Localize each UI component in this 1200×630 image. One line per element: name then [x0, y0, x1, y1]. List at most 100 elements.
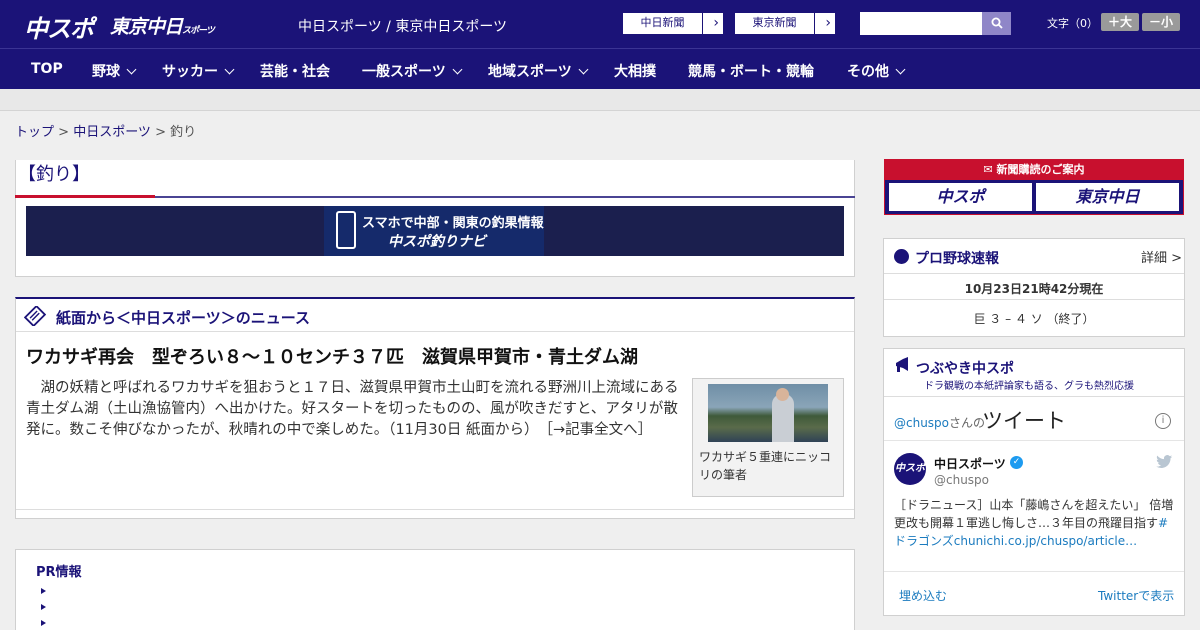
- search-icon: [991, 17, 1003, 29]
- nav-label: 地域スポーツ: [488, 64, 572, 80]
- account-suffix: さんの: [949, 416, 986, 430]
- site-name[interactable]: 中日スポーツ / 東京中日スポーツ: [298, 16, 507, 36]
- pr-title: PR情報: [36, 565, 82, 580]
- verified-icon: ✓: [1010, 456, 1023, 469]
- banner-line2: 中スポ釣りナビ: [388, 234, 486, 250]
- view-on-twitter-link[interactable]: Twitterで表示: [1098, 587, 1174, 604]
- twitter-subtitle: ドラ観戦の本紙評論家も語る、グラも熱烈応援: [924, 381, 1134, 392]
- category-divider: [155, 196, 855, 198]
- banner-line1: スマホで中部・関東の釣果情報: [362, 216, 544, 231]
- twitter-divider: [884, 440, 1184, 441]
- game-result[interactable]: 巨 ３ – ４ ソ （終了）: [884, 310, 1184, 327]
- category-title: 【釣り】: [18, 164, 90, 185]
- chevron-right-icon: ›: [713, 15, 719, 31]
- nav-item-general-sports[interactable]: 一般スポーツ: [362, 61, 463, 81]
- score-divider: [884, 273, 1184, 274]
- photo-figure-head: [776, 388, 789, 401]
- account-handle: @chuspo: [894, 416, 950, 430]
- chevron-down-icon: [895, 64, 906, 75]
- chevron-right-icon: ›: [825, 15, 831, 31]
- nav-label: 競馬・ボート・競輪: [688, 64, 814, 80]
- chuspo-logo[interactable]: 中スポ: [24, 9, 94, 44]
- smartphone-icon: [336, 211, 356, 249]
- chunichi-shimbun-link[interactable]: 中日新聞 ›: [622, 12, 724, 35]
- breadcrumb-top[interactable]: トップ: [15, 125, 54, 140]
- baseball-detail-link[interactable]: 詳細 >: [1141, 247, 1182, 266]
- newspaper-icon: ✉: [983, 163, 997, 176]
- nav-label: その他: [847, 64, 889, 80]
- nav-item-baseball[interactable]: 野球: [92, 61, 137, 81]
- twitter-divider: [884, 396, 1184, 397]
- breadcrumb-sep: >: [150, 125, 171, 140]
- chevron-down-icon: [452, 64, 463, 75]
- twitter-account-link[interactable]: @chuspoさんの: [894, 414, 985, 431]
- breadcrumb-current: 釣り: [170, 125, 197, 140]
- search-input[interactable]: [860, 12, 984, 35]
- tokyo-chunichi-logo[interactable]: 東京中日スポーツ: [110, 12, 215, 39]
- sub-nav-bar: [0, 89, 1200, 111]
- news-section-header: 紙面から＜中日スポーツ＞のニュース: [16, 299, 854, 332]
- article-photo[interactable]: [708, 384, 828, 442]
- twitter-title: つぶやき中スポ: [916, 361, 1014, 377]
- breadcrumb-sep: >: [54, 125, 74, 140]
- tweet-body: ［ドラニュース］山本「藤嶋さんを超えたい」 倍増更改も開幕１軍逃し悔しさ…３年目…: [894, 498, 1174, 530]
- category-accent-line: [15, 195, 155, 198]
- tweet-text: ［ドラニュース］山本「藤嶋さんを超えたい」 倍増更改も開幕１軍逃し悔しさ…３年目…: [894, 496, 1174, 550]
- font-bigger-button[interactable]: ＋大: [1101, 13, 1139, 31]
- score-timestamp: 10月23日21時42分現在: [964, 282, 1104, 296]
- nav-item-racing[interactable]: 競馬・ボート・競輪: [688, 61, 814, 81]
- avatar[interactable]: 中スポ: [894, 453, 926, 485]
- embed-link[interactable]: 埋め込む: [899, 587, 947, 604]
- chevron-down-icon: [126, 64, 137, 75]
- twitter-divider: [884, 571, 1184, 572]
- tweet-user-handle[interactable]: @chuspo: [934, 473, 989, 487]
- nav-item-sumo[interactable]: 大相撲: [614, 61, 656, 81]
- search-button[interactable]: [982, 12, 1011, 35]
- font-smaller-button[interactable]: －小: [1142, 13, 1180, 31]
- nav-item-soccer[interactable]: サッカー: [162, 61, 235, 81]
- tokyo-shimbun-link[interactable]: 東京新聞 ›: [734, 12, 836, 35]
- pr-bullet-icon: [41, 588, 46, 594]
- baseball-title: プロ野球速報: [915, 251, 999, 267]
- info-icon[interactable]: i: [1155, 413, 1171, 429]
- pr-bullet-icon: [41, 620, 46, 626]
- pr-bullet-icon: [41, 604, 46, 610]
- baseball-icon: [894, 249, 909, 264]
- nav-item-other[interactable]: その他: [847, 61, 906, 81]
- ext-link-label: 中日新聞: [623, 13, 703, 34]
- subscribe-tokyo-button[interactable]: 東京中日: [1036, 183, 1179, 211]
- twitter-bird-icon[interactable]: [1156, 455, 1173, 469]
- tokyo-logo-text: 東京中日: [110, 16, 183, 38]
- top-header: 中スポ 東京中日スポーツ 中日スポーツ / 東京中日スポーツ 中日新聞 › 東京…: [0, 0, 1200, 48]
- read-more-link[interactable]: ［→記事全文へ］: [546, 422, 652, 438]
- pr-panel: [15, 549, 855, 630]
- chevron-down-icon: [224, 64, 235, 75]
- score-divider: [884, 299, 1184, 300]
- main-nav: TOP 野球 サッカー 芸能・社会 一般スポーツ 地域スポーツ 大相撲 競馬・ボ…: [0, 48, 1200, 89]
- article-summary: 湖の妖精と呼ばれるワカサギを狙おうと１７日、滋賀県甲賀市土山町を流れる野洲川上流…: [26, 378, 684, 441]
- nav-label: サッカー: [162, 64, 218, 80]
- ext-link-label: 東京新聞: [735, 13, 815, 34]
- subscription-title: ✉ 新聞購読のご案内: [885, 160, 1183, 180]
- tokyo-logo-small: スポーツ: [182, 26, 215, 36]
- newspaper-icon: [24, 306, 46, 326]
- nav-label: 大相撲: [614, 64, 656, 80]
- tweets-heading: ツイート: [982, 409, 1066, 433]
- tweet-user-name[interactable]: 中日スポーツ: [934, 455, 1006, 472]
- photo-caption: ワカサギ５重連にニッコリの筆者: [699, 450, 832, 482]
- nav-label: TOP: [31, 61, 63, 77]
- subscription-box: ✉ 新聞購読のご案内 中スポ 東京中日: [884, 159, 1184, 215]
- nav-item-top[interactable]: TOP: [31, 61, 63, 77]
- nav-item-regional-sports[interactable]: 地域スポーツ: [488, 61, 589, 81]
- fishing-navi-banner[interactable]: スマホで中部・関東の釣果情報 中スポ釣りナビ: [26, 206, 844, 256]
- subscribe-chuspo-button[interactable]: 中スポ: [889, 183, 1032, 211]
- font-size-label: 文字（0）: [1047, 17, 1098, 30]
- news-section-title: 紙面から＜中日スポーツ＞のニュース: [56, 309, 310, 327]
- article-headline[interactable]: ワカサギ再会 型ぞろい８～１０センチ３７匹 滋賀県甲賀市・青土ダム湖: [26, 343, 638, 369]
- nav-item-entertainment[interactable]: 芸能・社会: [260, 61, 330, 81]
- nav-label: 一般スポーツ: [362, 64, 446, 80]
- chevron-down-icon: [578, 64, 589, 75]
- news-divider: [16, 509, 854, 510]
- banner-content: スマホで中部・関東の釣果情報 中スポ釣りナビ: [324, 206, 544, 256]
- breadcrumb-section[interactable]: 中日スポーツ: [73, 125, 151, 140]
